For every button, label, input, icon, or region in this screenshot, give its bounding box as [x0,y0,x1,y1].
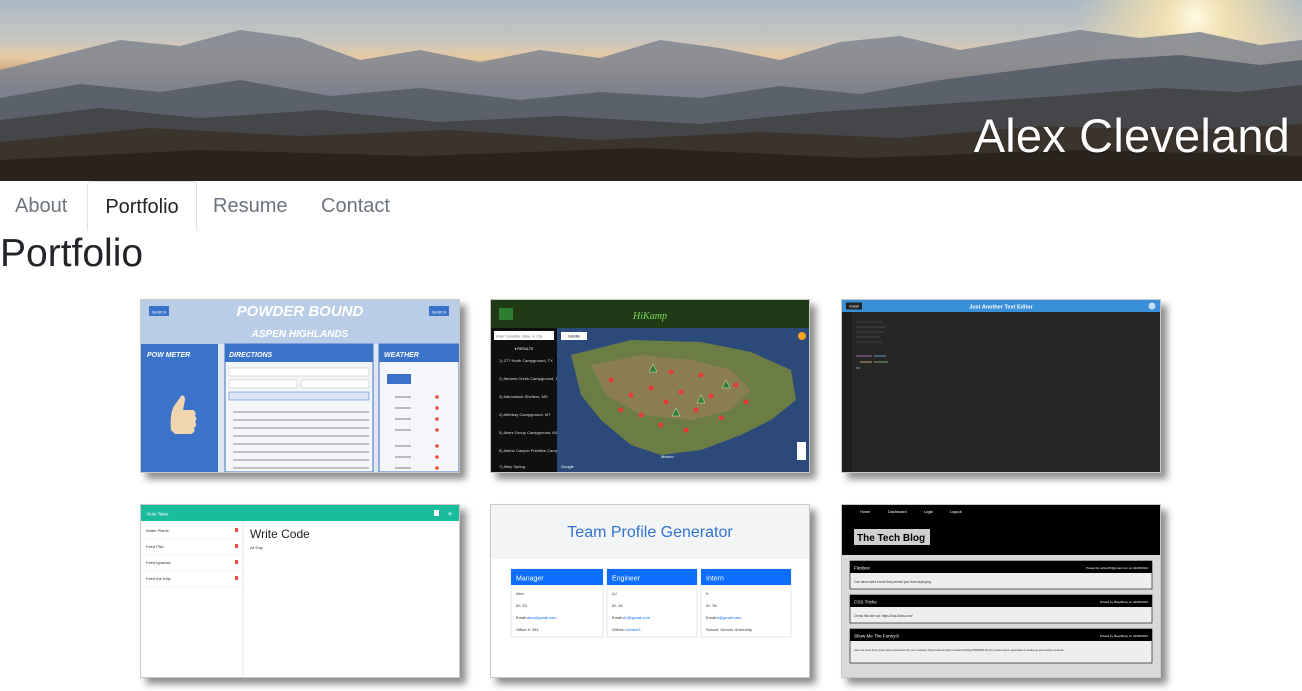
svg-text:k@gmail.com: k@gmail.com [717,615,742,620]
blog-nav-login: Login [924,510,933,514]
hikamp-screenshot: HiKamp Enter Campsite, State, or City ▾ … [491,300,809,472]
note-item-3: Feed Iguanas [146,560,170,565]
hikamp-result-5: 5) Akers Group Campground, MO [499,430,559,435]
svg-text:Email:: Email: [516,615,527,620]
team-member-2-role: Engineer [612,576,641,583]
svg-text:Posted by BeepBoop on 02/28/20: Posted by BeepBoop on 02/28/2022 [1100,600,1149,604]
hikamp-map-place: Mexico [661,454,674,459]
page-title: Portfolio [0,232,144,275]
hikamp-result-3: 3) Adirondack Shelters, MD [499,394,548,399]
svg-text:Can have weird errors that pre: Can have weird errors that prevent you f… [854,580,931,584]
note-item-1: Water Plants [146,528,169,533]
svg-text:CSS-Tricks: CSS-Tricks [854,600,877,605]
hikamp-results-label: ▾ RESULTS [515,347,534,351]
hikamp-logo: HiKamp [632,311,667,322]
svg-text:Show Me The Funny!!!: Show Me The Funny!!! [854,634,899,639]
svg-text:Check this site out: https://c: Check this site out: https://css-tricks.… [854,614,913,618]
note-active-title: Write Code [250,527,310,541]
text-editor-install: Install [849,305,858,309]
svg-text:Office #: 344: Office #: 344 [516,627,539,632]
header-banner: Alex Cleveland [0,0,1302,181]
project-card-tech-blog[interactable]: Home Dashboard Login Logout The Tech Blo… [841,504,1161,678]
hikamp-result-7: 7) Alley Spring [499,464,525,469]
note-active-text: All Day [250,545,263,550]
text-editor-title: Just Another Text Editor [969,305,1033,311]
tab-contact[interactable]: Contact [321,181,390,229]
powder-bound-screenshot: SEARCH SEARCH POWDER BOUND ASPEN HIGHLAN… [141,300,459,472]
blog-nav-home: Home [860,510,870,514]
hikamp-map-type: Satellite [568,335,581,339]
svg-text:Email:: Email: [706,615,717,620]
text-editor-screenshot: Install Just Another Text Editor [842,300,1160,472]
blog-nav-logout: Logout [950,510,963,514]
powder-panel-pow-meter: POW METER [147,352,190,359]
svg-text:ID: 34: ID: 34 [612,603,623,608]
powder-subtitle: ASPEN HIGHLANDS [251,329,349,340]
note-item-4: Feed the Kitty [146,576,171,581]
team-profile-screenshot: Team Profile Generator Manager Alex ID: … [491,505,809,677]
svg-text:Email:: Email: [612,615,623,620]
site-owner-name: Alex Cleveland [973,109,1290,162]
svg-text:AJ: AJ [612,591,617,596]
svg-text:alex@gmail.com: alex@gmail.com [527,615,557,620]
blog-nav-dashboard: Dashboard [888,510,907,514]
powder-panel-weather: WEATHER [384,352,419,359]
nav-tabs: About Portfolio Resume Contact [0,181,1302,231]
tab-about[interactable]: About [15,181,67,229]
powder-title: POWDER BOUND [237,303,364,320]
team-member-3-role: Intern [706,576,724,583]
svg-text:ID: 33: ID: 33 [516,603,527,608]
blog-title: The Tech Blog [857,533,925,544]
hikamp-result-4: 4) Afterbay Campground, MT [499,412,551,417]
hikamp-result-2: 2) Abrams Creek Campground, TN [499,376,561,381]
svg-text:Posted by BeepBoop on 02/28/20: Posted by BeepBoop on 02/28/2022 [1100,634,1149,638]
project-card-text-editor[interactable]: Install Just Another Text Editor [841,299,1161,473]
svg-text:Alex: Alex [516,591,524,596]
note-item-2: Feed Fish [146,544,164,549]
team-profile-title: Team Profile Generator [567,524,733,541]
powder-right-btn: SEARCH [432,311,447,315]
hikamp-result-1: 1) 277 North Campground, TX [499,358,553,363]
svg-text:AJ@gmail.com: AJ@gmail.com [623,615,651,620]
tab-resume[interactable]: Resume [213,181,287,229]
project-card-powder-bound[interactable]: SEARCH SEARCH POWDER BOUND ASPEN HIGHLAN… [140,299,460,473]
svg-text:GitHub:: GitHub: [612,627,626,632]
tech-blog-screenshot: Home Dashboard Login Logout The Tech Blo… [842,505,1160,677]
hikamp-search: Enter Campsite, State, or City [496,335,543,339]
project-card-note-taker[interactable]: Note Taker + Water Plants Feed Fish Feed… [140,504,460,678]
svg-text:Posted by acline87@gmail.com o: Posted by acline87@gmail.com on 02/28/20… [1086,566,1148,570]
svg-text:Achlee3: Achlee3 [626,627,641,632]
note-taker-screenshot: Note Taker + Water Plants Feed Fish Feed… [141,505,459,677]
note-taker-title: Note Taker [147,512,169,517]
svg-text:School: Denver University: School: Denver University [706,627,752,632]
svg-text:Here are some funny lorem ipsu: Here are some funny lorem ipsum generato… [854,648,1064,652]
svg-text:+: + [448,510,453,519]
hikamp-map-footer: Google [561,464,575,469]
team-member-1-role: Manager [516,576,544,583]
powder-left-btn: SEARCH [152,311,167,315]
project-card-hikamp[interactable]: HiKamp Enter Campsite, State, or City ▾ … [490,299,810,473]
project-card-team-profile[interactable]: Team Profile Generator Manager Alex ID: … [490,504,810,678]
svg-text:Flexbox: Flexbox [854,566,871,571]
svg-text:ID: 35: ID: 35 [706,603,717,608]
svg-text:K: K [706,591,709,596]
powder-panel-directions: DIRECTIONS [229,352,273,359]
tab-portfolio[interactable]: Portfolio [87,181,197,231]
